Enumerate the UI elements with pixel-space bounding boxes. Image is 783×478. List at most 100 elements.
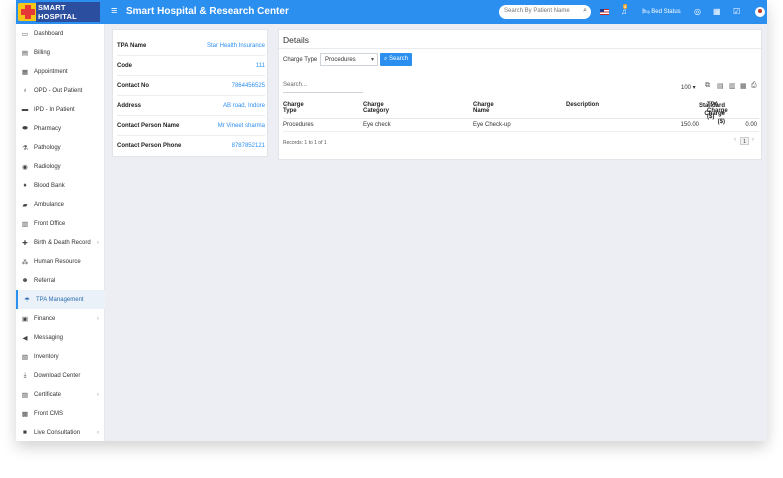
cell-tpa-charge: 0.00: [745, 122, 757, 128]
sidebar-item-front-cms[interactable]: ▩ Front CMS: [16, 404, 105, 423]
stethoscope-icon: ♁: [22, 87, 28, 94]
search-button[interactable]: ⌕ Search: [380, 53, 412, 66]
sidebar-item-label: Finance: [34, 315, 56, 322]
calendar-icon: ▦: [21, 68, 29, 76]
sidebar-item-pathology[interactable]: ⚗ Pathology: [16, 138, 105, 157]
sort-icon: ▾: [285, 103, 289, 109]
csv-icon[interactable]: ▥: [729, 82, 736, 90]
print-icon[interactable]: ⎙: [751, 82, 757, 90]
table-search-input[interactable]: Search...: [283, 82, 363, 93]
chevron-left-icon: ‹: [97, 315, 99, 322]
pdf-icon[interactable]: ▦: [740, 82, 747, 90]
sidebar-item-label: Front CMS: [34, 410, 64, 417]
app-title: Smart Hospital & Research Center: [126, 6, 289, 17]
sidebar-item-inventory[interactable]: ▧ Inventory: [16, 347, 105, 366]
copy-icon[interactable]: ⧉: [705, 82, 710, 90]
info-value: Star Health Insurance: [206, 42, 265, 49]
next-page-button[interactable]: ›: [752, 137, 754, 143]
sidebar-item-referral[interactable]: ☻ Referral: [16, 271, 105, 290]
flask-icon: ⚗: [22, 144, 28, 152]
download-icon: ⤓: [23, 371, 27, 379]
referral-icon: ☻: [21, 277, 29, 284]
sidebar-item-human-resource[interactable]: ⁂ Human Resource: [16, 252, 105, 271]
sidebar: ▭ Dashboard ▤ Billing ▦ Appointment ♁ OPD - …: [16, 24, 105, 441]
sidebar-item-appointment[interactable]: ▦ Appointment: [16, 62, 105, 81]
sidebar-item-label: Blood Bank: [34, 182, 65, 189]
calendar-icon[interactable]: ▦: [713, 7, 721, 16]
whatsapp-icon[interactable]: ◎: [694, 7, 701, 16]
sort-icon: ▾: [568, 103, 572, 109]
search-icon[interactable]: ⌕: [583, 7, 587, 15]
menu-toggle-icon[interactable]: ≡: [111, 5, 117, 17]
info-row-contact-person-phone: Contact Person Phone 8787852121: [117, 136, 265, 156]
page-size-select[interactable]: 100 ▾: [681, 84, 696, 91]
charge-type-selected: Procedures: [325, 57, 356, 63]
sidebar-item-dashboard[interactable]: ▭ Dashboard: [16, 24, 105, 43]
table-search-placeholder: Search...: [283, 82, 308, 88]
people-tree-icon: ⁂: [21, 258, 29, 266]
sidebar-item-label: Appointment: [34, 68, 68, 75]
sidebar-item-billing[interactable]: ▤ Billing: [16, 43, 105, 62]
divider: [279, 48, 761, 49]
certificate-icon: ▨: [21, 391, 29, 399]
sidebar-item-label: Ambulance: [34, 201, 65, 208]
bed-status-button[interactable]: 🛏 Bed Status: [642, 8, 681, 15]
sidebar-item-tpa-management[interactable]: ☂ TPA Management: [16, 290, 105, 309]
sidebar-item-ipd[interactable]: ▬ IPD - In Patient: [16, 100, 105, 119]
records-summary: Records: 1 to 1 of 1: [283, 140, 327, 146]
cell-charge-category: Eye check: [363, 122, 391, 128]
sidebar-item-radiology[interactable]: ◉ Radiology: [16, 157, 105, 176]
sidebar-item-live-consultation[interactable]: ■ Live Consultation ‹: [16, 423, 105, 441]
sidebar-item-opd[interactable]: ♁ OPD - Out Patient: [16, 81, 105, 100]
sidebar-item-download-center[interactable]: ⤓ Download Center: [16, 366, 105, 385]
app-window: SMART HOSPITAL ≡ Smart Hospital & Resear…: [16, 0, 767, 441]
birth-icon: ✚: [22, 239, 28, 247]
sidebar-item-label: Pharmacy: [34, 125, 62, 132]
prev-page-button[interactable]: ‹: [734, 137, 736, 143]
sidebar-item-label: Download Center: [34, 372, 81, 379]
task-check-icon[interactable]: ☑: [733, 7, 740, 16]
sort-icon: ▾: [475, 103, 479, 109]
info-row-contact-no: Contact No 7864456525: [117, 76, 265, 96]
pill-icon: ⬬: [22, 124, 28, 132]
sidebar-item-finance[interactable]: ▣ Finance ‹: [16, 309, 105, 328]
charge-type-select[interactable]: Procedures ▾: [320, 53, 378, 66]
cms-icon: ▩: [21, 410, 29, 418]
sidebar-item-pharmacy[interactable]: ⬬ Pharmacy: [16, 119, 105, 138]
chevron-left-icon: ‹: [97, 391, 99, 398]
language-flag-icon[interactable]: [600, 9, 609, 15]
info-label: Address: [117, 102, 142, 109]
cell-standard-charge: 150.00: [680, 122, 699, 128]
charge-type-label: Charge Type: [283, 57, 318, 63]
sidebar-item-label: TPA Management: [36, 296, 84, 303]
bed-status-label: Bed Status: [651, 9, 681, 15]
top-header: SMART HOSPITAL ≡ Smart Hospital & Resear…: [16, 0, 767, 24]
sidebar-item-label: Live Consultation: [34, 429, 81, 436]
sidebar-item-certificate[interactable]: ▨ Certificate ‹: [16, 385, 105, 404]
table-header: Charge Type ▾ Charge Category ▾ Charge Nam…: [283, 100, 759, 125]
sidebar-item-messaging[interactable]: ◀ Messaging: [16, 328, 105, 347]
umbrella-icon: ☂: [24, 296, 30, 304]
sidebar-item-blood-bank[interactable]: ♦ Blood Bank: [16, 176, 105, 195]
sidebar-item-label: Certificate: [34, 391, 62, 398]
info-value: 7864456525: [231, 82, 265, 89]
page-button-current[interactable]: 1: [740, 137, 749, 145]
sidebar-item-label: Referral: [34, 277, 56, 284]
chevron-left-icon: ‹: [97, 429, 99, 436]
user-avatar[interactable]: [755, 7, 765, 17]
sidebar-item-birth-death[interactable]: ✚ Birth & Death Record ‹: [16, 233, 105, 252]
app-logo[interactable]: SMART HOSPITAL: [18, 2, 100, 22]
patient-search-input[interactable]: Search By Patient Name ⌕: [499, 5, 591, 19]
sidebar-item-label: Dashboard: [34, 30, 64, 37]
sidebar-item-label: Messaging: [34, 334, 64, 341]
cell-charge-type: Procedures: [283, 122, 314, 128]
info-row-address: Address AB road, Indore: [117, 96, 265, 116]
table-row: Procedures Eye check Eye Check-up 150.00…: [283, 120, 759, 132]
sidebar-item-front-office[interactable]: ▥ Front Office: [16, 214, 105, 233]
sidebar-item-ambulance[interactable]: ▰ Ambulance: [16, 195, 105, 214]
sidebar-item-label: Front Office: [34, 220, 66, 227]
info-label: Contact Person Phone: [117, 143, 182, 149]
patient-search-placeholder: Search By Patient Name: [504, 8, 570, 14]
search-button-label: Search: [389, 56, 409, 62]
excel-icon[interactable]: ▤: [717, 82, 724, 90]
